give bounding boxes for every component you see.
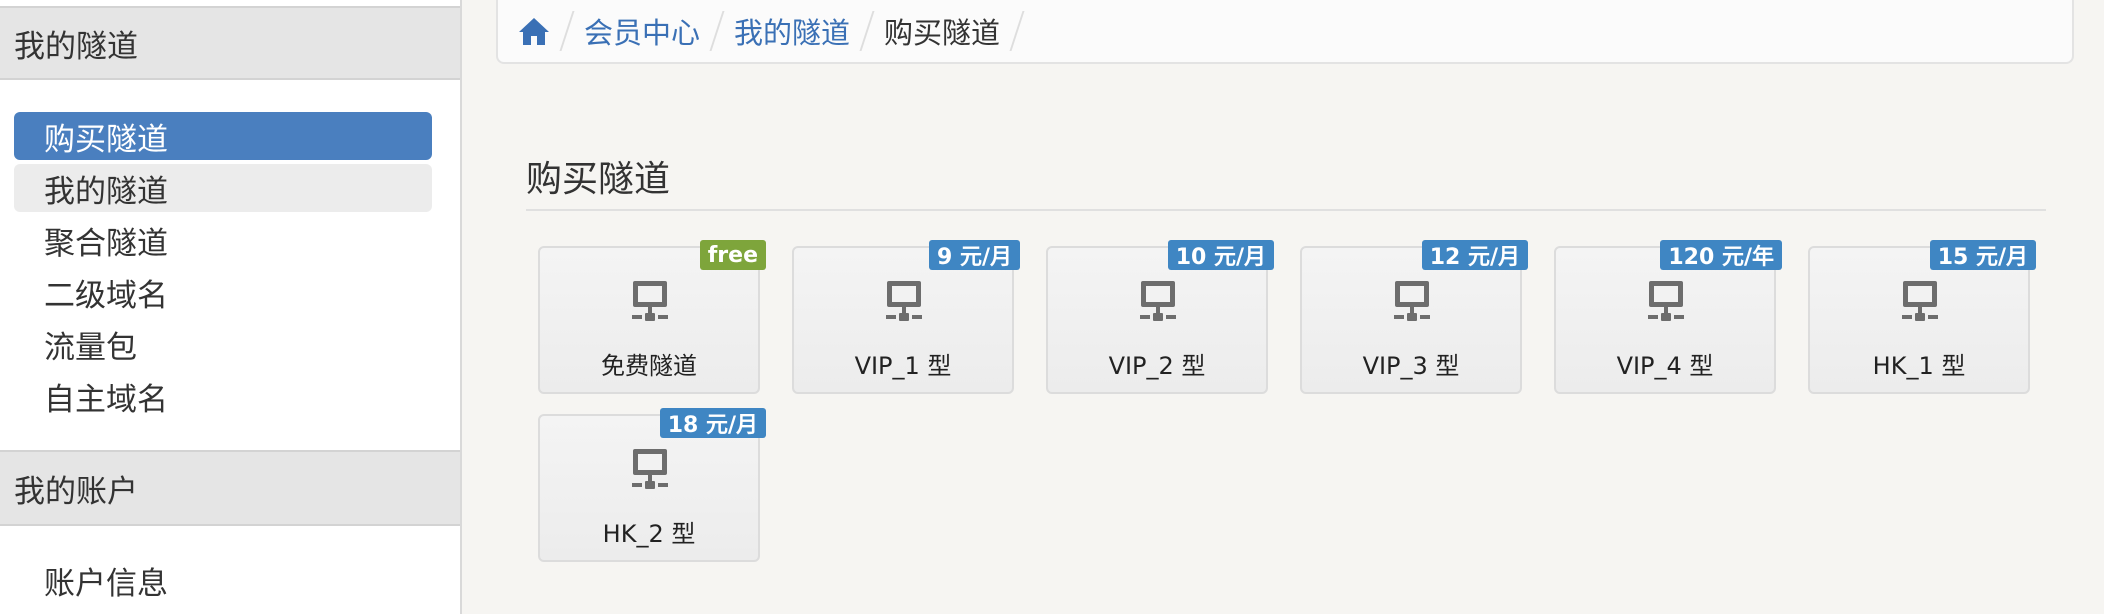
price-badge: 9 元/月 [928,240,1020,270]
monitor-network-icon [1140,280,1176,324]
sidebar-section-tunnels: 我的隧道 [0,6,460,80]
sidebar-item-label: 聚合隧道 [44,225,168,262]
tunnel-card-name: VIP_3 型 [1362,352,1460,380]
tunnel-card-name: VIP_2 型 [1108,352,1206,380]
tunnel-card-name: VIP_1 型 [854,352,952,380]
sidebar-item-label: 二级域名 [44,277,168,314]
monitor-network-icon [1394,280,1430,324]
sidebar-item-label: 自主域名 [44,381,168,418]
sidebar-item-account-info[interactable]: 账户信息 [14,556,432,604]
sidebar-section-account: 我的账户 [0,450,460,526]
page-title: 购买隧道 [526,159,671,200]
monitor-network-icon [886,280,922,324]
sidebar-item-traffic-pack[interactable]: 流量包 [14,320,432,368]
price-badge: 120 元/年 [1660,240,1782,270]
tunnel-card-vip-1[interactable]: VIP_1 型 9 元/月 [792,240,1020,394]
tunnel-card-vip-2[interactable]: VIP_2 型 10 元/月 [1046,240,1274,394]
sidebar-item-buy-tunnel[interactable]: 购买隧道 [14,112,432,160]
breadcrumb-member-center[interactable]: 会员中心 [584,10,700,52]
breadcrumb-separator [859,11,875,51]
breadcrumb-separator [1009,11,1025,51]
sidebar-item-label: 流量包 [44,329,137,366]
tunnel-card-vip-4[interactable]: VIP_4 型 120 元/年 [1554,240,1782,394]
breadcrumb-my-tunnels[interactable]: 我的隧道 [734,10,850,52]
sidebar-item-label: 我的隧道 [44,173,168,210]
home-icon[interactable] [518,15,550,47]
sidebar-item-my-tunnels[interactable]: 我的隧道 [14,164,432,212]
sidebar-item-label: 购买隧道 [44,121,168,158]
price-badge: 15 元/月 [1929,240,2036,270]
tunnel-card-name: HK_2 型 [602,520,696,548]
tunnel-card-free-tunnel[interactable]: 免费隧道 free [538,240,766,394]
monitor-network-icon [632,280,668,324]
breadcrumb-current: 购买隧道 [884,16,1001,50]
tunnel-card-name: 免费隧道 [601,352,697,380]
price-badge: 18 元/月 [659,408,766,438]
tunnel-card-hk-1[interactable]: HK_1 型 15 元/月 [1808,240,2036,394]
monitor-network-icon [1648,280,1684,324]
tunnel-card-vip-3[interactable]: VIP_3 型 12 元/月 [1300,240,1528,394]
breadcrumb-separator [709,11,725,51]
breadcrumb: 会员中心 我的隧道 购买隧道 [496,0,2074,64]
sidebar-item-aggregate-tunnels[interactable]: 聚合隧道 [14,216,432,264]
sidebar-item-subdomain[interactable]: 二级域名 [14,268,432,316]
price-badge: free [699,240,766,270]
tunnel-card-hk-2[interactable]: HK_2 型 18 元/月 [538,408,766,562]
monitor-network-icon [1902,280,1938,324]
sidebar-item-custom-domain[interactable]: 自主域名 [14,372,432,420]
sidebar-item-label: 账户信息 [44,565,168,602]
price-badge: 12 元/月 [1421,240,1528,270]
monitor-network-icon [632,448,668,492]
sidebar: 我的隧道 购买隧道 我的隧道 聚合隧道 二级域名 流量包 自主域名 我的账户 账… [0,0,462,614]
breadcrumb-separator [559,11,575,51]
tunnel-card-name: VIP_4 型 [1616,352,1714,380]
price-badge: 10 元/月 [1167,240,1274,270]
title-divider [526,209,2046,211]
tunnel-card-name: HK_1 型 [1872,352,1966,380]
